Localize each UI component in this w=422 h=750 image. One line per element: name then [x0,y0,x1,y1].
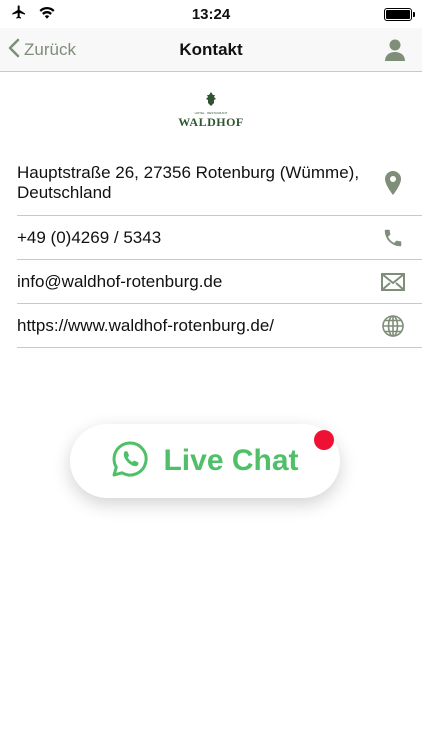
logo-wordmark: WALDHOF [178,115,244,129]
location-pin-icon [380,170,406,196]
logo-tagline: HOTEL · RESTAURANT [194,111,228,115]
back-label: Zurück [24,40,76,59]
hotel-logo: HOTEL · RESTAURANT WALDHOF [176,92,246,132]
envelope-icon [380,269,406,295]
back-button[interactable]: Zurück [8,28,76,72]
notification-badge [314,430,334,450]
website-text: https://www.waldhof-rotenburg.de/ [17,315,275,335]
globe-icon [380,313,406,339]
navigation-bar: Zurück Kontakt [0,28,422,72]
status-bar: 13:24 [0,0,422,28]
live-chat-label: Live Chat [163,444,299,477]
wifi-icon [38,5,56,23]
phone-text: +49 (0)4269 / 5343 [17,227,162,247]
phone-row[interactable]: +49 (0)4269 / 5343 [17,216,422,260]
address-text: Hauptstraße 26, 27356 Rotenburg (Wümme),… [17,162,360,202]
contact-list: Hauptstraße 26, 27356 Rotenburg (Wümme),… [17,150,422,348]
live-chat-button[interactable]: Live Chat [70,424,340,498]
user-icon[interactable] [384,38,406,62]
whatsapp-icon [111,440,149,483]
email-text: info@waldhof-rotenburg.de [17,271,223,291]
chevron-left-icon [8,38,24,63]
crest-icon [204,92,218,111]
phone-icon [380,225,406,251]
battery-icon [384,7,415,21]
email-row[interactable]: info@waldhof-rotenburg.de [17,260,422,304]
airplane-icon [10,4,28,24]
website-row[interactable]: https://www.waldhof-rotenburg.de/ [17,304,422,348]
status-time: 13:24 [191,5,231,23]
address-row[interactable]: Hauptstraße 26, 27356 Rotenburg (Wümme),… [17,150,422,216]
